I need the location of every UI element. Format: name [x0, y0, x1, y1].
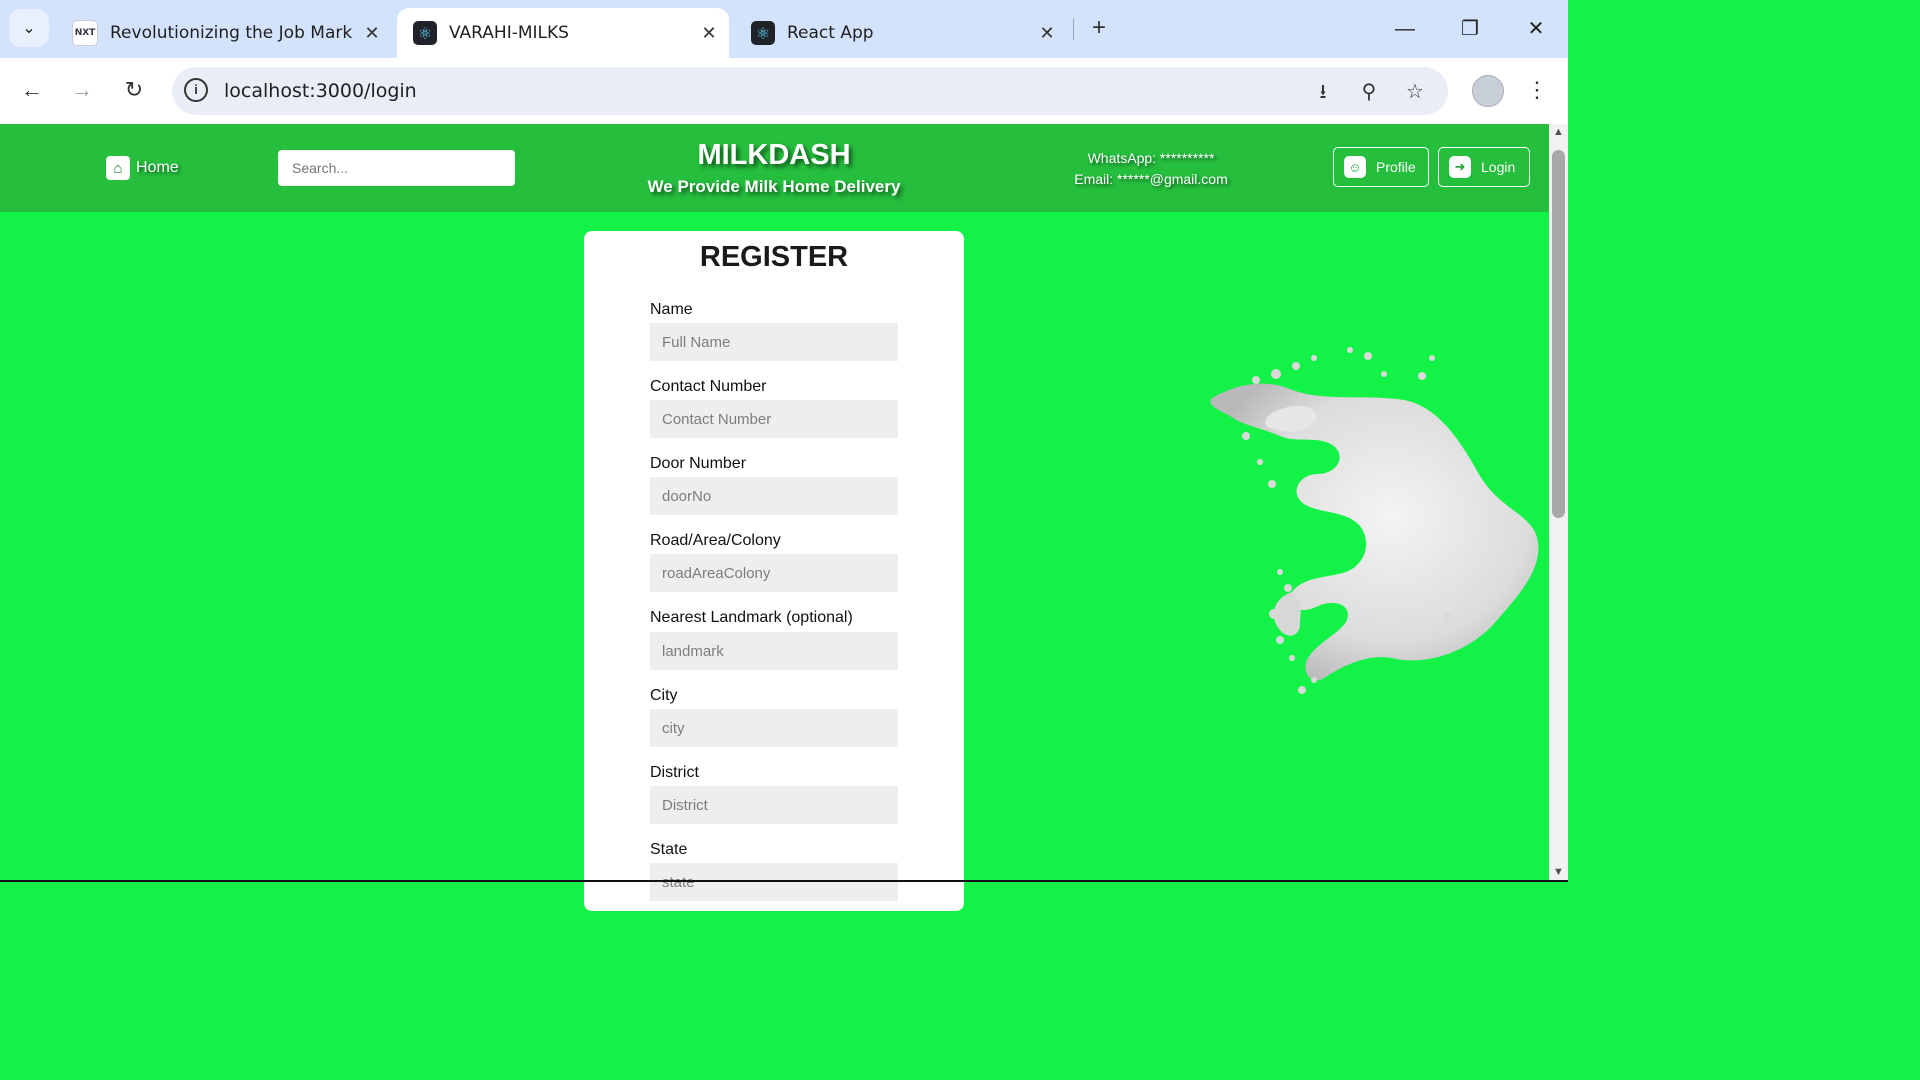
close-tab-icon[interactable]: ✕: [689, 23, 729, 44]
door-number-input[interactable]: [650, 477, 898, 515]
site-info-icon[interactable]: i: [184, 78, 208, 102]
user-icon: ☺: [1344, 156, 1366, 178]
name-label: Name: [650, 301, 693, 318]
tab-search-dropdown-icon[interactable]: ⌄: [9, 9, 49, 47]
road-area-label: Road/Area/Colony: [650, 532, 781, 549]
whatsapp-text: WhatsApp: **********: [1087, 150, 1215, 166]
login-label: Login: [1481, 159, 1516, 175]
nxtwave-favicon-icon: NXT: [72, 20, 98, 46]
home-link[interactable]: ⌂ Home: [106, 156, 179, 180]
browser-menu-icon[interactable]: ⋮: [1522, 72, 1552, 108]
login-button[interactable]: ➜ Login: [1438, 147, 1530, 187]
profile-button[interactable]: ☺ Profile: [1333, 147, 1429, 187]
state-input[interactable]: [650, 863, 898, 901]
back-arrow-icon[interactable]: ←: [12, 70, 52, 110]
scroll-down-arrow-icon[interactable]: ▼: [1553, 866, 1564, 878]
tab-title: Revolutionizing the Job Market: [110, 23, 352, 43]
contact-number-input[interactable]: [650, 400, 898, 438]
landmark-label: Nearest Landmark (optional): [650, 609, 853, 626]
home-icon: ⌂: [106, 156, 130, 180]
close-window-icon[interactable]: ✕: [1516, 14, 1556, 44]
browser-tab-strip: ⌄ NXT Revolutionizing the Job Market ✕ ⚛…: [0, 0, 1568, 58]
door-number-label: Door Number: [650, 455, 747, 472]
tab-title: React App: [787, 23, 874, 43]
search-input[interactable]: [278, 150, 515, 186]
zoom-icon[interactable]: ⚲: [1354, 77, 1384, 107]
home-label: Home: [136, 159, 179, 176]
restore-window-icon[interactable]: ❐: [1450, 14, 1490, 44]
scroll-up-arrow-icon[interactable]: ▲: [1553, 126, 1564, 138]
tab-title: VARAHI-MILKS: [449, 23, 569, 43]
brand-tagline: We Provide Milk Home Delivery: [647, 177, 901, 196]
brand: MILKDASH We Provide Milk Home Delivery: [600, 138, 948, 197]
close-tab-icon[interactable]: ✕: [352, 23, 392, 44]
close-tab-icon[interactable]: ✕: [1027, 23, 1067, 44]
address-bar[interactable]: i localhost:3000/login ⭳ ⚲ ☆: [172, 67, 1448, 115]
register-card: REGISTER Name Contact Number Door Number…: [584, 231, 964, 911]
page-scrollbar[interactable]: ▲ ▼: [1549, 124, 1568, 880]
browser-tab[interactable]: ⚛ React App ✕: [735, 8, 1067, 58]
react-favicon-icon: ⚛: [751, 21, 775, 45]
window-bottom-border: [0, 880, 1568, 882]
browser-tab[interactable]: NXT Revolutionizing the Job Market ✕: [56, 8, 392, 58]
contact-info: WhatsApp: ********** Email: ******@gmail…: [1050, 148, 1252, 190]
tab-divider: [1073, 18, 1074, 40]
register-title: REGISTER: [699, 241, 849, 273]
address-url[interactable]: localhost:3000/login: [224, 67, 417, 115]
district-label: District: [650, 764, 699, 781]
install-app-icon[interactable]: ⭳: [1308, 77, 1338, 107]
reload-icon[interactable]: ↻: [114, 70, 154, 110]
contact-number-label: Contact Number: [650, 378, 767, 395]
email-text: Email: ******@gmail.com: [1074, 171, 1228, 187]
name-input[interactable]: [650, 323, 898, 361]
road-area-input[interactable]: [650, 554, 898, 592]
profile-label: Profile: [1376, 159, 1416, 175]
login-icon: ➜: [1449, 156, 1471, 178]
brand-title: MILKDASH: [697, 139, 851, 171]
new-tab-icon[interactable]: +: [1086, 14, 1112, 42]
state-label: State: [650, 841, 688, 858]
forward-arrow-icon[interactable]: →: [62, 70, 102, 110]
browser-toolbar: ← → ↻ i localhost:3000/login ⭳ ⚲ ☆ ⋮: [0, 58, 1568, 125]
scrollbar-thumb[interactable]: [1552, 150, 1565, 518]
bookmark-star-icon[interactable]: ☆: [1400, 77, 1430, 107]
minimize-icon[interactable]: —: [1385, 14, 1425, 44]
react-favicon-icon: ⚛: [413, 21, 437, 45]
district-input[interactable]: [650, 786, 898, 824]
profile-avatar[interactable]: [1472, 75, 1504, 107]
landmark-input[interactable]: [650, 632, 898, 670]
browser-tab-active[interactable]: ⚛ VARAHI-MILKS ✕: [397, 8, 729, 58]
city-label: City: [650, 687, 678, 704]
milk-splash-image: [1210, 347, 1539, 694]
city-input[interactable]: [650, 709, 898, 747]
